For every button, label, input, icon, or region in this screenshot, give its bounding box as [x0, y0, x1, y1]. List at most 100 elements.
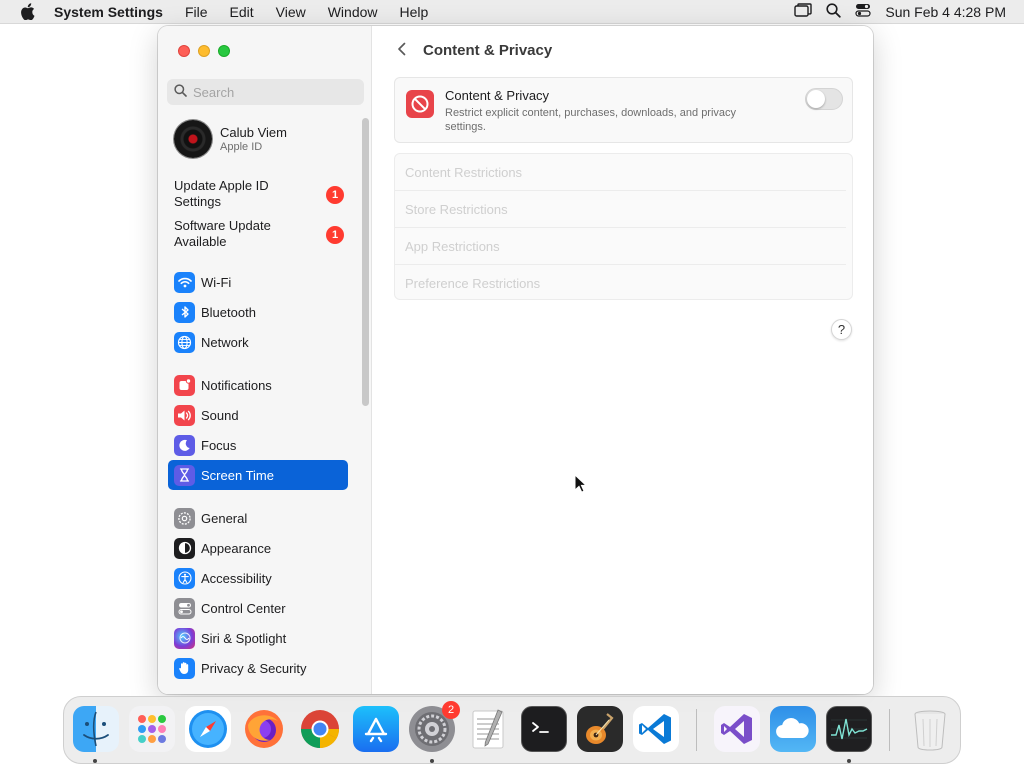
sidebar: Calub Viem Apple ID Update Apple ID Sett… — [158, 26, 372, 694]
hand-icon — [174, 657, 195, 679]
spotlight-search-icon[interactable] — [826, 2, 842, 21]
menu-help[interactable]: Help — [389, 4, 440, 20]
menu-window[interactable]: Window — [317, 4, 389, 20]
sidebar-scrollbar[interactable] — [362, 118, 369, 406]
moon-icon — [174, 434, 195, 456]
hourglass-icon — [174, 464, 195, 486]
sidebar-item-siri-spotlight[interactable]: Siri & Spotlight — [168, 623, 348, 653]
sidebar-item-label: General — [201, 510, 248, 526]
back-button[interactable] — [393, 42, 411, 60]
chrome-icon[interactable] — [297, 706, 343, 752]
sidebar-item-label: Privacy & Security — [201, 660, 307, 676]
sidebar-item-appearance[interactable]: Appearance — [168, 533, 348, 563]
avatar — [174, 120, 212, 158]
running-indicator — [93, 759, 97, 763]
content-pane: Content & Privacy Content & Privacy Rest… — [373, 26, 873, 694]
search-input[interactable] — [193, 84, 353, 100]
textedit-icon[interactable] — [465, 706, 511, 752]
accessibility-icon — [174, 567, 195, 589]
store-restrictions-row: Store Restrictions — [395, 191, 846, 228]
restriction-icon — [406, 90, 434, 118]
chevron-left-icon — [397, 42, 407, 61]
close-window-button[interactable] — [178, 45, 190, 57]
menu-app-name[interactable]: System Settings — [54, 4, 174, 20]
sidebar-item-label: Focus — [201, 437, 237, 453]
icloud-icon[interactable] — [770, 706, 816, 752]
sidebar-item-label: Sound — [201, 407, 239, 423]
terminal-icon[interactable] — [521, 706, 567, 752]
speaker-icon — [174, 404, 195, 426]
account-name: Calub Viem — [220, 125, 287, 140]
sidebar-item-notifications[interactable]: Notifications — [168, 370, 348, 400]
globe-icon — [174, 331, 195, 353]
sidebar-item-control-center[interactable]: Control Center — [168, 593, 348, 623]
firefox-icon[interactable] — [241, 706, 287, 752]
sidebar-item-focus[interactable]: Focus — [168, 430, 348, 460]
siri-icon — [174, 627, 195, 649]
notification-badge: 2 — [442, 701, 460, 719]
update-apple-id-settings-item[interactable]: Update Apple ID Settings 1 — [174, 178, 344, 210]
finder-icon[interactable] — [73, 706, 119, 752]
running-indicator — [847, 759, 851, 763]
vscode-icon[interactable] — [633, 706, 679, 752]
control-center-menu-icon[interactable] — [855, 3, 871, 20]
help-button[interactable]: ? — [831, 319, 852, 340]
zoom-window-button[interactable] — [218, 45, 230, 57]
gear-icon — [174, 507, 195, 529]
card-description: Restrict explicit content, purchases, do… — [445, 107, 737, 133]
window-controls — [178, 45, 230, 57]
sidebar-item-screen-time[interactable]: Screen Time — [168, 460, 348, 490]
card-title: Content & Privacy — [445, 88, 550, 103]
safari-icon[interactable] — [185, 706, 231, 752]
app-store-icon[interactable] — [353, 706, 399, 752]
sidebar-item-sound[interactable]: Sound — [168, 400, 348, 430]
apple-id-account[interactable]: Calub Viem Apple ID — [174, 120, 287, 158]
sidebar-item-accessibility[interactable]: Accessibility — [168, 563, 348, 593]
sidebar-item-label: Bluetooth — [201, 304, 256, 320]
account-subtitle: Apple ID — [220, 141, 263, 153]
bluetooth-icon — [174, 301, 195, 323]
sidebar-item-wifi[interactable]: Wi-Fi — [168, 267, 348, 297]
menu-edit[interactable]: Edit — [219, 4, 265, 20]
search-icon — [174, 84, 187, 100]
system-settings-window: Calub Viem Apple ID Update Apple ID Sett… — [158, 26, 873, 694]
sidebar-item-bluetooth[interactable]: Bluetooth — [168, 297, 348, 327]
preference-restrictions-row: Preference Restrictions — [405, 276, 541, 291]
sidebar-item-label: Wi-Fi — [201, 274, 232, 290]
mouse-cursor-icon — [574, 473, 588, 498]
menu-view[interactable]: View — [265, 4, 317, 20]
software-update-available-item[interactable]: Software Update Available 1 — [174, 218, 344, 250]
trash-icon[interactable] — [907, 706, 953, 752]
visual-studio-icon[interactable] — [714, 706, 760, 752]
screen-mirroring-icon[interactable] — [794, 3, 813, 20]
launchpad-icon[interactable] — [129, 706, 175, 752]
app-restrictions-row: App Restrictions — [395, 228, 846, 265]
content-privacy-toggle[interactable] — [805, 88, 843, 110]
sidebar-item-label: Control Center — [201, 600, 286, 616]
sidebar-item-label: Screen Time — [201, 467, 274, 483]
sidebar-item-label: Appearance — [201, 540, 272, 556]
content-privacy-card: Content & Privacy Restrict explicit cont… — [394, 77, 853, 143]
menu-file[interactable]: File — [174, 4, 219, 20]
dock: 2 — [63, 696, 961, 764]
minimize-window-button[interactable] — [198, 45, 210, 57]
running-indicator — [430, 759, 434, 763]
dock-separator — [889, 709, 890, 751]
search-field[interactable] — [167, 79, 364, 105]
menu-clock[interactable]: Sun Feb 4 4:28 PM — [885, 4, 1006, 20]
sidebar-item-privacy-security[interactable]: Privacy & Security — [168, 653, 348, 683]
activity-monitor-icon[interactable] — [826, 706, 872, 752]
apple-menu-icon[interactable] — [0, 3, 54, 20]
page-title: Content & Privacy — [423, 42, 553, 59]
control-center-icon — [174, 597, 195, 619]
restrictions-list: Content Restrictions Store Restrictions … — [394, 153, 853, 300]
garageband-icon[interactable] — [577, 706, 623, 752]
content-restrictions-row: Content Restrictions — [395, 154, 846, 191]
dock-separator — [696, 709, 697, 751]
sidebar-item-general[interactable]: General — [168, 503, 348, 533]
menu-bar: System Settings File Edit View Window He… — [0, 0, 1024, 24]
notification-badge: 1 — [326, 186, 344, 204]
sidebar-item-network[interactable]: Network — [168, 327, 348, 357]
wifi-icon — [174, 271, 195, 293]
notification-badge: 1 — [326, 226, 344, 244]
